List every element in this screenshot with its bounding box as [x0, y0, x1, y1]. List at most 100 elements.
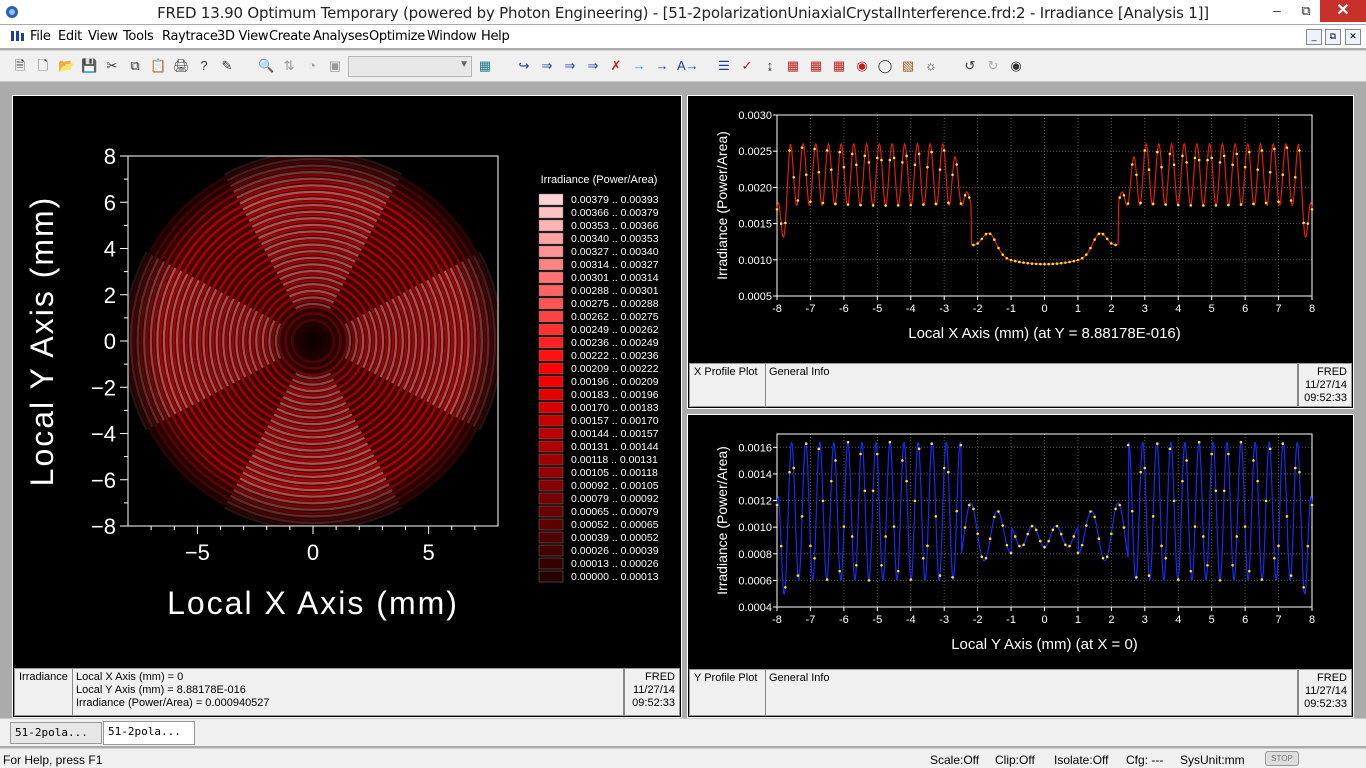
- profile-point: [1126, 202, 1130, 205]
- edit-icon[interactable]: ✎: [219, 58, 235, 74]
- wizard-icon[interactable]: ☼: [923, 58, 939, 74]
- material-icon[interactable]: ▧: [900, 58, 916, 74]
- menu-analyses[interactable]: Analyses: [313, 29, 369, 44]
- profile-point: [846, 440, 850, 444]
- legend-label: 0.00131 .. 0.00144: [571, 441, 659, 453]
- close-button[interactable]: ✕: [1320, 0, 1366, 22]
- y-tick-label: 0.0006: [738, 575, 772, 587]
- paste-icon[interactable]: 📋: [150, 58, 166, 74]
- profile-point: [1289, 199, 1293, 202]
- print-icon[interactable]: 🖨: [173, 58, 190, 74]
- stop-button[interactable]: STOP: [1265, 751, 1299, 766]
- profile-point: [1143, 149, 1147, 152]
- document-tab-2[interactable]: 51-2pola...: [103, 721, 195, 745]
- profile-point: [1168, 152, 1172, 156]
- x-profile-info-date: FRED 11/27/14 09:52:33: [1297, 364, 1351, 406]
- profile-line: [776, 142, 1313, 265]
- menu-raytrace[interactable]: Raytrace: [162, 29, 218, 44]
- redo-icon[interactable]: ↻: [985, 58, 1001, 74]
- legend-label: 0.00379 .. 0.00393: [571, 194, 659, 206]
- zoom-icon[interactable]: 🔍: [258, 58, 274, 74]
- raytrace-icon[interactable]: ↪: [516, 58, 532, 74]
- legend-swatch: [538, 505, 564, 518]
- copy-icon[interactable]: ⧉: [127, 58, 143, 74]
- chart-icon[interactable]: ▦: [785, 58, 801, 74]
- mdi-close-button[interactable]: ✕: [1345, 29, 1361, 45]
- paint-icon[interactable]: ◉: [854, 58, 870, 74]
- profile-point: [855, 563, 858, 567]
- trace-all-icon[interactable]: ⇒: [539, 58, 555, 74]
- menu-edit[interactable]: Edit: [58, 29, 82, 44]
- x-tick-label: 3: [1142, 614, 1148, 626]
- surface-icon[interactable]: ▦: [831, 58, 847, 74]
- profile-point: [1114, 507, 1117, 511]
- clear-rays-icon[interactable]: ✗: [608, 58, 624, 74]
- profile-point: [1001, 253, 1005, 256]
- map-info-label: Irradiance: [15, 669, 73, 715]
- profile-point: [775, 208, 779, 211]
- profile-point: [1193, 156, 1197, 160]
- menu-create[interactable]: Create: [269, 29, 311, 44]
- legend-swatch: [538, 518, 564, 531]
- trace-sources-icon[interactable]: ⇒: [585, 58, 601, 74]
- x-profile-info-time: 09:52:33: [1304, 392, 1347, 404]
- profile-point: [1189, 569, 1193, 573]
- binoculars-icon[interactable]: ◉: [1008, 58, 1024, 74]
- trace-text-icon[interactable]: A→: [677, 58, 699, 74]
- rotate-view-icon[interactable]: ◔: [304, 58, 320, 74]
- mdi-restore-button[interactable]: ⧉: [1325, 29, 1341, 45]
- irradiance-map-panel[interactable]: 8 6 4 2 0 −2 −4 −6 −8 −5 0 5 Local X Axis (mm) Loca…: [12, 95, 682, 718]
- toolbar-combo[interactable]: ▼: [348, 56, 472, 77]
- profile-point: [896, 204, 900, 207]
- cut-icon[interactable]: ✂: [104, 58, 120, 74]
- profile-point: [876, 452, 879, 456]
- y-tick-label: 0.0025: [738, 146, 772, 158]
- grid-icon[interactable]: ▦: [808, 58, 824, 74]
- profile-point: [1214, 204, 1218, 207]
- legend-label: 0.00314 .. 0.00327: [571, 259, 659, 271]
- map-y-tick-label: 0: [104, 329, 116, 354]
- view-icon[interactable]: ▣: [327, 58, 343, 74]
- render-icon[interactable]: ▦: [477, 58, 493, 74]
- open-folder-icon[interactable]: 📂: [58, 58, 74, 74]
- menu-help[interactable]: Help: [481, 29, 510, 44]
- trace-step-icon[interactable]: →: [654, 58, 670, 74]
- profile-point: [1151, 202, 1155, 206]
- profile-point: [1214, 489, 1218, 493]
- save-icon[interactable]: 💾: [81, 58, 97, 74]
- new-file-icon[interactable]: 🗋: [35, 58, 51, 74]
- new-document-icon[interactable]: 🗎: [12, 58, 28, 74]
- menu-tools[interactable]: Tools: [123, 29, 154, 44]
- trace-arrow-icon[interactable]: →: [631, 58, 647, 74]
- list-icon[interactable]: ☰: [716, 58, 732, 74]
- profile-point: [1172, 163, 1176, 167]
- menu-view[interactable]: View: [88, 29, 118, 44]
- spreadsheet-icon[interactable]: ↨: [762, 58, 778, 74]
- document-tab-1[interactable]: 51-2pola...: [10, 722, 102, 744]
- menu-optimize[interactable]: Optimize: [369, 29, 425, 44]
- title-bar: FRED 13.90 Optimum Temporary (powered by…: [0, 0, 1366, 24]
- y-profile-panel[interactable]: -8 -7 -6 -5 -4 -3 -2 -1 0 1 2 3 4 5 6 7 8 0.0016 0.0014 0.0…: [687, 414, 1354, 718]
- profile-point: [1089, 246, 1092, 250]
- profile-point: [1143, 466, 1147, 470]
- sphere-icon[interactable]: ◯: [877, 58, 893, 74]
- profile-point: [1084, 524, 1088, 527]
- minimize-button[interactable]: –: [1262, 0, 1292, 22]
- restore-button[interactable]: ⧉: [1291, 0, 1321, 22]
- profile-point: [930, 150, 933, 154]
- trace-selected-icon[interactable]: ⇒: [562, 58, 578, 74]
- menu-file[interactable]: File: [30, 29, 51, 44]
- mdi-minimize-button[interactable]: _: [1306, 29, 1322, 45]
- y-profile-info-box: Y Profile Plot General Info FRED 11/27/1…: [689, 669, 1352, 716]
- profile-point: [1302, 221, 1305, 225]
- fit-icon[interactable]: ⇅: [281, 58, 297, 74]
- undo-icon[interactable]: ↺: [962, 58, 978, 74]
- analysis-icon[interactable]: ✓: [739, 58, 755, 74]
- help-icon[interactable]: ?: [196, 58, 212, 74]
- x-profile-panel[interactable]: -8 -7 -6 -5 -4 -3 -2 -1 0 1 2 3 4 5 6 7 8 0.0030 0.0025 0.0…: [687, 95, 1354, 409]
- child-window-icon[interactable]: [10, 29, 26, 43]
- menu-3d-view[interactable]: 3D View: [217, 29, 268, 44]
- menu-window[interactable]: Window: [427, 29, 477, 44]
- profile-point: [1189, 204, 1193, 207]
- map-fade: [128, 156, 498, 526]
